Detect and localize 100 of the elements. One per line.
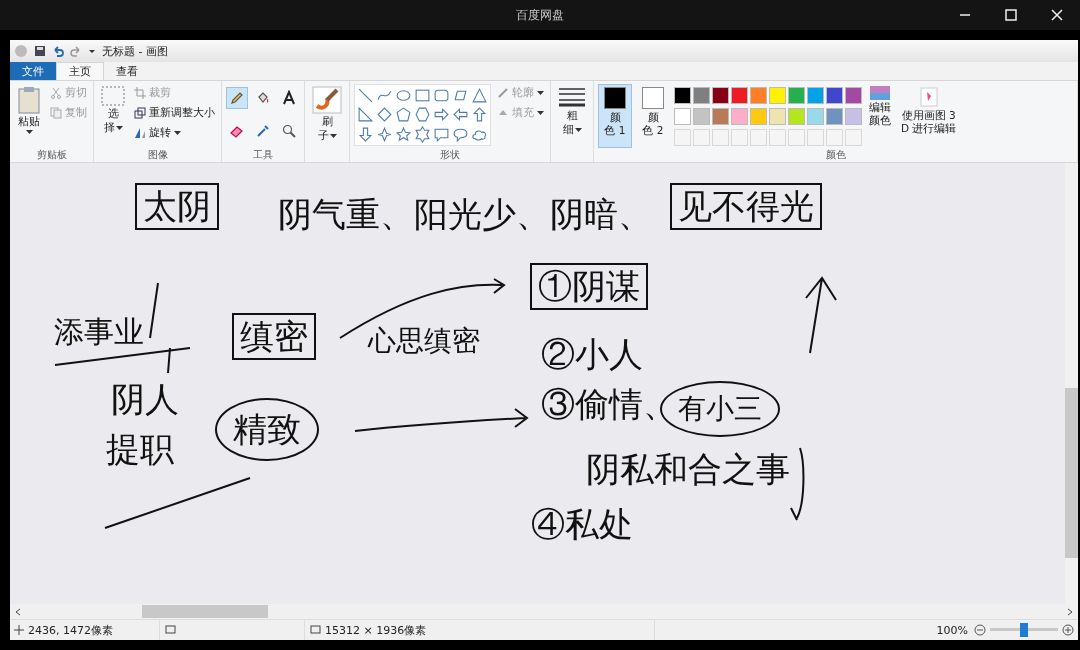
color-swatch[interactable] [769, 87, 786, 104]
window-title: 百度网盘 [516, 6, 564, 24]
paste-button[interactable]: 粘贴 [14, 84, 44, 148]
right-arrow-shape-icon[interactable] [433, 106, 450, 124]
crop-icon [134, 87, 146, 99]
empty-swatch[interactable] [731, 129, 748, 146]
file-menu-tab[interactable]: 文件 [10, 62, 56, 80]
brushes-button[interactable]: 刷 子 [309, 84, 345, 148]
line-width-icon [558, 86, 586, 108]
empty-swatch[interactable] [788, 129, 805, 146]
scroll-left-icon[interactable] [14, 607, 22, 616]
copy-icon [50, 107, 62, 119]
color-swatch[interactable] [750, 87, 767, 104]
color-swatch[interactable] [807, 108, 824, 125]
color-swatch[interactable] [788, 108, 805, 125]
empty-swatch[interactable] [769, 129, 786, 146]
handwritten-note: 阴私和合之事 [585, 448, 791, 491]
ribbon-tab[interactable]: 主页 [56, 62, 104, 80]
edit-colors-button[interactable]: 编辑 颜色 [866, 84, 894, 148]
clipboard-icon [17, 86, 41, 114]
zoom-percent: 100% [936, 623, 968, 637]
five-point-star-shape-icon[interactable] [395, 125, 412, 143]
empty-swatch[interactable] [712, 129, 729, 146]
caret-icon [537, 90, 544, 96]
handwritten-note: 见不得光 [670, 183, 822, 231]
left-arrow-shape-icon[interactable] [452, 106, 469, 124]
drawing-canvas[interactable]: 太阴 阴气重、阳光少、阴暗、 见不得光 添事业 缜密 心思缜密 ①阴谋 ②小人 ③偷情、有小三 阴私和合之事 ④私处 阴人 提职 精致 [10, 163, 1065, 604]
size-button[interactable]: 粗 细 [555, 84, 589, 148]
group-label: 剪贴板 [35, 148, 68, 162]
pentagon-shape-icon[interactable] [395, 106, 412, 124]
empty-swatch[interactable] [674, 129, 691, 146]
paint-3d-button[interactable]: 使用画图 3 D 进行编辑 [898, 84, 960, 148]
resize-button[interactable]: 重新调整大小 [132, 104, 217, 122]
hexagon-shape-icon[interactable] [414, 106, 431, 124]
color-swatch[interactable] [731, 108, 748, 125]
caret-icon [115, 124, 123, 131]
color-2-button[interactable]: 颜 色 2 [636, 84, 670, 148]
handwritten-note: 精致 [215, 398, 319, 462]
line-shape-icon[interactable] [357, 87, 374, 104]
empty-swatch[interactable] [807, 129, 824, 146]
color-swatch[interactable] [826, 108, 843, 125]
color-swatch[interactable] [731, 87, 748, 104]
up-arrow-shape-icon[interactable] [471, 106, 488, 124]
handwritten-note: 提职 [105, 428, 175, 471]
caret-icon [537, 110, 544, 116]
rounded-rectangle-shape-icon[interactable] [433, 87, 450, 104]
triangle-shape-icon[interactable] [471, 87, 488, 104]
handwritten-note: ①阴谋 [530, 263, 648, 311]
caret-icon [574, 126, 582, 133]
save-icon[interactable] [34, 45, 46, 57]
color-1-button[interactable]: 颜 色 1 [598, 84, 632, 148]
color-swatch[interactable] [769, 108, 786, 125]
text-tool-icon [281, 90, 297, 106]
color-swatch[interactable] [826, 87, 843, 104]
zoom-in-icon[interactable] [1062, 624, 1074, 636]
color-swatch[interactable] [750, 108, 767, 125]
color-swatch[interactable] [712, 87, 729, 104]
rotate-button[interactable]: 旋转 [132, 124, 217, 142]
four-point-star-shape-icon[interactable] [376, 125, 393, 143]
rectangle-shape-icon[interactable] [414, 87, 431, 104]
redo-icon[interactable] [70, 45, 82, 57]
color-swatch[interactable] [674, 87, 691, 104]
six-point-star-shape-icon[interactable] [414, 125, 431, 143]
outline-icon [497, 87, 509, 99]
pencil-icon [229, 90, 245, 106]
handwritten-note: 阴气重、阳光少、阴暗、 [277, 193, 653, 236]
color-swatch[interactable] [693, 108, 710, 125]
document-title: 无标题 - 画图 [102, 43, 168, 59]
color-swatch[interactable] [807, 87, 824, 104]
ribbon-tab[interactable]: 查看 [104, 62, 150, 80]
select-button[interactable]: 选 择 [98, 84, 128, 148]
selection-icon [101, 86, 125, 106]
empty-swatch[interactable] [693, 129, 710, 146]
undo-icon[interactable] [52, 45, 64, 57]
handwritten-note: 心思缜密 [366, 323, 481, 359]
scroll-right-icon[interactable] [1066, 607, 1074, 616]
zoom-slider-thumb[interactable] [1020, 623, 1028, 637]
empty-swatch[interactable] [750, 129, 767, 146]
color-swatch[interactable] [788, 87, 805, 104]
color-swatch[interactable] [693, 87, 710, 104]
color-swatch[interactable] [674, 108, 691, 125]
color-swatch[interactable] [712, 108, 729, 125]
zoom-out-icon[interactable] [974, 624, 986, 636]
dropdown-caret-icon[interactable] [88, 47, 96, 55]
handwritten-note: 太阴 [135, 183, 219, 231]
color-swatch[interactable] [845, 108, 862, 125]
right-triangle-shape-icon[interactable] [357, 106, 374, 124]
oval-shape-icon[interactable] [395, 87, 412, 104]
handwritten-note: 有小三 [660, 381, 780, 438]
group-label: 图像 [146, 148, 169, 162]
empty-swatch[interactable] [826, 129, 843, 146]
diamond-shape-icon[interactable] [376, 106, 393, 124]
handwritten-note: 阴人 [110, 378, 180, 421]
empty-swatch[interactable] [845, 129, 862, 146]
color-swatch[interactable] [845, 87, 862, 104]
selection-size-icon [164, 625, 176, 635]
eyedropper-icon [255, 122, 271, 139]
handwritten-note: 缜密 [232, 313, 316, 361]
down-arrow-shape-icon[interactable] [357, 125, 374, 143]
cursor-position: 2436, 1472像素 [28, 622, 113, 638]
